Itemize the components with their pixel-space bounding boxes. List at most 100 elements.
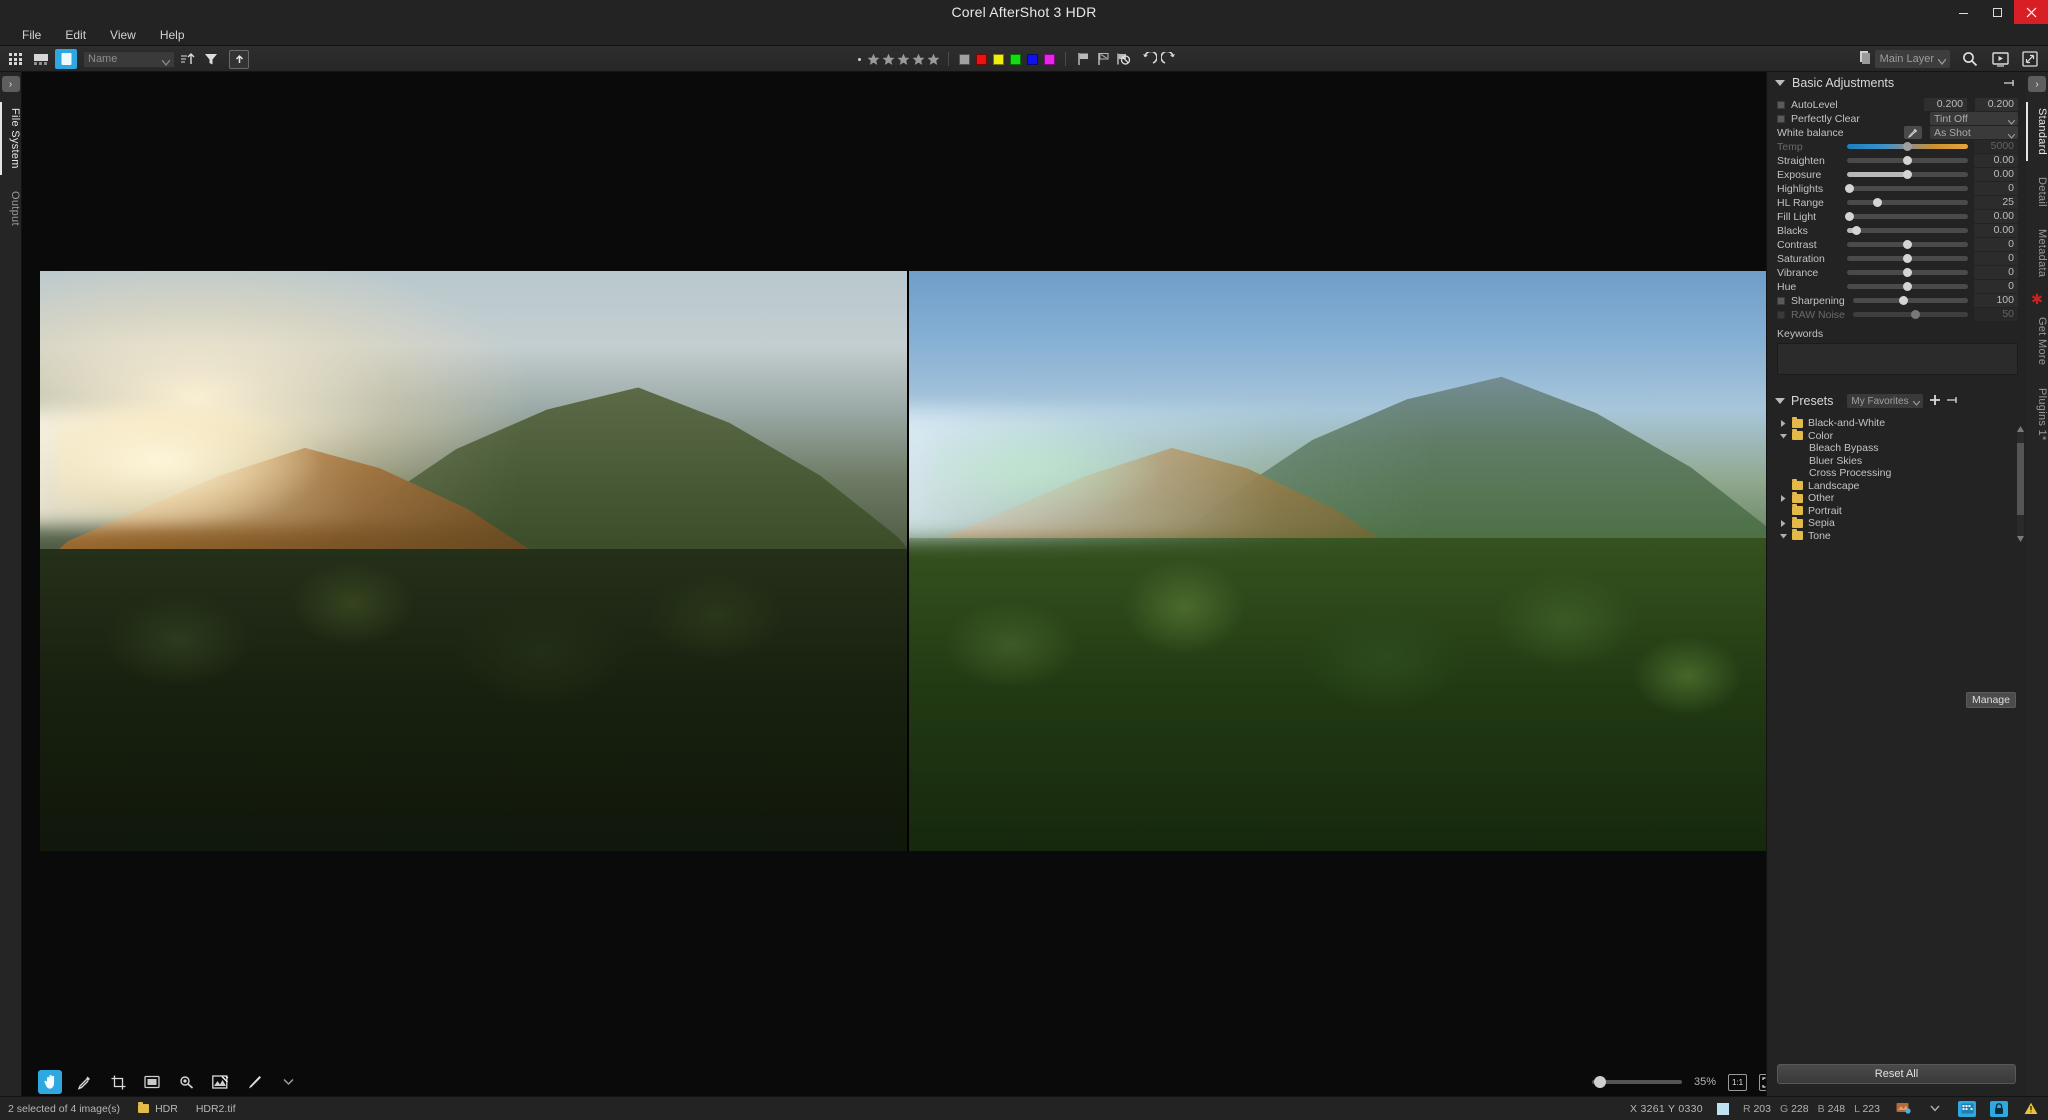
flag-reject-icon-button[interactable]	[1093, 49, 1113, 69]
color-label-blue[interactable]	[1027, 54, 1038, 65]
triangle-right-icon[interactable]	[1779, 495, 1787, 502]
star-2-button[interactable]	[881, 53, 896, 66]
close-button[interactable]	[2014, 0, 2048, 24]
star-5-button[interactable]	[926, 53, 941, 66]
sharpening-checkbox[interactable]	[1777, 297, 1785, 305]
layer-select[interactable]: Main Layer	[1875, 50, 1950, 68]
panel-tab-metadata[interactable]: Metadata	[2026, 223, 2048, 283]
add-preset-button[interactable]	[1929, 394, 1941, 408]
collapse-triangle-icon[interactable]	[1775, 398, 1785, 404]
perfectly-clear-checkbox[interactable]	[1777, 115, 1785, 123]
menu-help[interactable]: Help	[148, 26, 197, 44]
slider-knob[interactable]	[1852, 226, 1861, 235]
autolevel-checkbox[interactable]	[1777, 101, 1785, 109]
color-label-yellow[interactable]	[993, 54, 1004, 65]
slider-knob[interactable]	[1903, 142, 1912, 151]
sort-ascending-button[interactable]	[178, 49, 198, 69]
color-label-red[interactable]	[976, 54, 987, 65]
flag-icon-button[interactable]	[1073, 49, 1093, 69]
zoom-1to1-button[interactable]: 1:1	[1728, 1074, 1747, 1091]
straighten-tool[interactable]	[140, 1070, 164, 1094]
slider-track[interactable]	[1847, 214, 1968, 219]
grid-view-button[interactable]	[5, 49, 27, 69]
pin-icon[interactable]	[2004, 76, 2018, 91]
redo-button[interactable]	[1159, 49, 1179, 69]
star-1-button[interactable]	[866, 53, 881, 66]
chevron-down-icon[interactable]	[1926, 1101, 1944, 1117]
white-balance-eyedropper-icon[interactable]	[1904, 126, 1922, 139]
maximize-button[interactable]	[1980, 0, 2014, 24]
slider-knob[interactable]	[1845, 184, 1854, 193]
panel-tab-plugins[interactable]: Plugins 1*	[2026, 382, 2048, 447]
minimize-button[interactable]	[1946, 0, 1980, 24]
sidebar-tab-file-system[interactable]: File System	[0, 102, 21, 175]
slider-knob[interactable]	[1903, 254, 1912, 263]
autolevel-value-a[interactable]: 0.200	[1924, 98, 1967, 111]
panel-tab-get-more[interactable]: Get More	[2026, 311, 2048, 371]
slider-value[interactable]: 0.00	[1974, 210, 2018, 223]
slideshow-icon-button[interactable]	[1990, 49, 2010, 69]
manage-presets-button[interactable]: Manage	[1966, 692, 2016, 708]
panel-tab-standard[interactable]: Standard	[2026, 102, 2048, 161]
star-3-button[interactable]	[896, 53, 911, 66]
autolevel-value-b[interactable]: 0.200	[1975, 98, 2018, 111]
slider-value[interactable]: 0.00	[1974, 154, 2018, 167]
preset-folder[interactable]: Color	[1767, 430, 2012, 442]
slider-track[interactable]	[1847, 200, 1968, 205]
scroll-up-arrow-icon[interactable]	[2017, 419, 2024, 437]
photo-edited[interactable]	[907, 271, 1774, 851]
slider-value[interactable]: 0.00	[1974, 168, 2018, 181]
slider-track[interactable]	[1847, 158, 1968, 163]
image-canvas[interactable]	[22, 72, 1788, 1096]
slider-value[interactable]: 0	[1974, 280, 2018, 293]
white-balance-select[interactable]: As Shot	[1930, 126, 2018, 139]
triangle-right-icon[interactable]	[1779, 520, 1787, 527]
preset-folder[interactable]: Portrait	[1767, 505, 2012, 517]
slider-value[interactable]: 25	[1974, 196, 2018, 209]
presets-pin-icon[interactable]	[1947, 394, 1961, 408]
single-view-button[interactable]	[55, 49, 77, 69]
slider-knob[interactable]	[1903, 170, 1912, 179]
slider-row-saturation[interactable]: Saturation0	[1767, 252, 2026, 266]
menu-view[interactable]: View	[98, 26, 148, 44]
fullscreen-icon-button[interactable]	[2020, 49, 2040, 69]
tool-options-chevron[interactable]	[276, 1070, 300, 1094]
presets-scrollbar[interactable]	[2017, 419, 2024, 547]
export-up-button[interactable]	[229, 50, 249, 69]
lock-icon[interactable]	[1990, 1101, 2008, 1117]
perfectly-clear-row[interactable]: Perfectly Clear Tint Off	[1767, 112, 2026, 126]
slider-track[interactable]	[1847, 284, 1968, 289]
undo-button[interactable]	[1139, 49, 1159, 69]
slider-knob[interactable]	[1903, 240, 1912, 249]
slider-value[interactable]: 0.00	[1974, 224, 2018, 237]
slider-value[interactable]: 0	[1974, 182, 2018, 195]
warning-icon[interactable]	[2022, 1101, 2040, 1117]
zoom-slider[interactable]	[1592, 1080, 1682, 1084]
slider-row-vibrance[interactable]: Vibrance0	[1767, 266, 2026, 280]
triangle-right-icon[interactable]	[1779, 420, 1787, 427]
sharpening-slider-knob[interactable]	[1899, 296, 1908, 305]
heal-clone-tool[interactable]	[208, 1070, 232, 1094]
slider-row-exposure[interactable]: Exposure0.00	[1767, 168, 2026, 182]
preset-folder[interactable]: Landscape	[1767, 480, 2012, 492]
search-icon-button[interactable]	[1960, 49, 1980, 69]
slider-row-highlights[interactable]: Highlights0	[1767, 182, 2026, 196]
pan-hand-tool[interactable]	[38, 1070, 62, 1094]
left-rail-expand-button[interactable]: ›	[2, 76, 20, 92]
tint-select[interactable]: Tint Off	[1930, 112, 2018, 125]
sharpening-value[interactable]: 100	[1974, 294, 2018, 307]
calendar-icon[interactable]	[1958, 1101, 1976, 1117]
slider-track[interactable]	[1847, 270, 1968, 275]
raw-noise-row[interactable]: RAW Noise 50	[1767, 308, 2026, 322]
flag-none-icon-button[interactable]	[1113, 49, 1133, 69]
triangle-down-icon[interactable]	[1779, 433, 1787, 439]
menu-edit[interactable]: Edit	[53, 26, 98, 44]
presets-scroll-thumb[interactable]	[2017, 443, 2024, 515]
filmstrip-view-button[interactable]	[30, 49, 52, 69]
slider-row-fill-light[interactable]: Fill Light0.00	[1767, 210, 2026, 224]
slider-row-hue[interactable]: Hue0	[1767, 280, 2026, 294]
raw-noise-slider-knob[interactable]	[1911, 310, 1920, 319]
slider-value[interactable]: 0	[1974, 266, 2018, 279]
slider-row-contrast[interactable]: Contrast0	[1767, 238, 2026, 252]
preset-item[interactable]: Cross Processing	[1767, 467, 2012, 479]
